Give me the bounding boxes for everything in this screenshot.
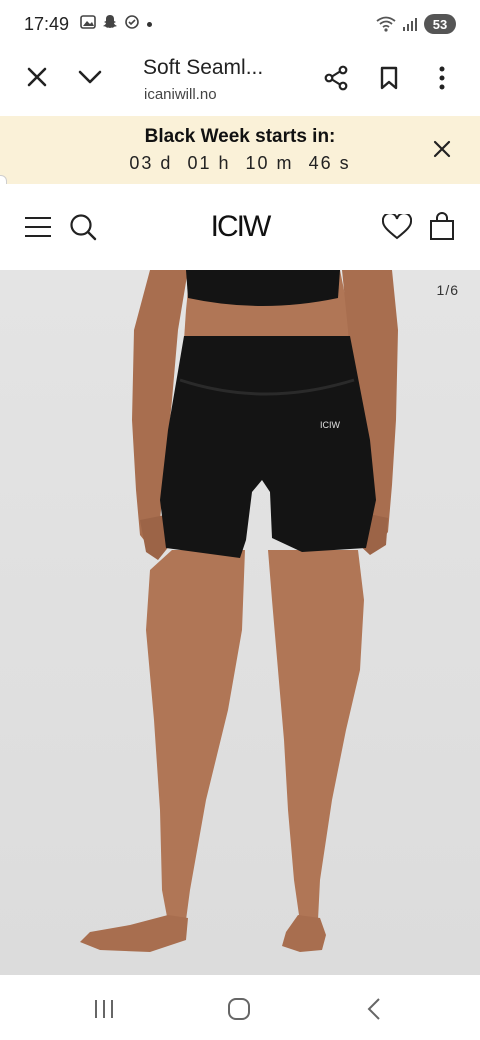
- close-icon: [27, 67, 47, 87]
- product-photo: ICIW: [80, 270, 398, 952]
- countdown-days: 03 d: [129, 153, 173, 173]
- snapchat-icon: [103, 15, 117, 28]
- countdown-minutes: 10 m: [245, 153, 294, 173]
- browser-toolbar: Soft Seaml... icaniwill.no: [0, 50, 480, 117]
- back-icon: [367, 998, 380, 1020]
- countdown-hours: 01 h: [187, 153, 231, 173]
- battery-icon: 53: [424, 14, 456, 34]
- more-vertical-icon: [439, 66, 445, 90]
- status-time: 17:49: [24, 14, 70, 34]
- settings-badge-icon: [125, 15, 139, 29]
- image-counter: 1/6: [436, 282, 459, 298]
- shop-header: ICIW: [0, 184, 480, 270]
- notification-icons: [80, 14, 140, 30]
- share-button[interactable]: [316, 58, 356, 98]
- cart-button[interactable]: [422, 206, 462, 246]
- signal-icon: [403, 18, 417, 31]
- recent-apps-icon: [95, 1000, 113, 1018]
- home-icon: [228, 998, 250, 1020]
- wishlist-button[interactable]: [377, 207, 417, 247]
- promo-banner: Black Week starts in: 03 d 01 h 10 m 46 …: [0, 116, 480, 184]
- countdown-timer: 03 d 01 h 10 m 46 s: [0, 153, 480, 174]
- close-icon: [433, 140, 451, 158]
- banner-title: Black Week starts in:: [144, 126, 336, 147]
- home-button[interactable]: [219, 989, 259, 1029]
- heart-icon: [382, 214, 412, 240]
- bookmark-button[interactable]: [369, 58, 409, 98]
- more-notifications-dot: [147, 22, 152, 27]
- page-url[interactable]: icaniwill.no: [144, 86, 217, 103]
- bookmark-icon: [380, 66, 398, 90]
- status-bar: 17:49 53: [0, 0, 480, 50]
- back-button[interactable]: [354, 989, 394, 1029]
- share-icon: [324, 65, 348, 91]
- more-options-button[interactable]: [422, 58, 462, 98]
- recent-apps-button[interactable]: [84, 989, 124, 1029]
- shopping-bag-icon: [430, 212, 454, 240]
- system-nav-bar: [0, 975, 480, 1040]
- close-tab-button[interactable]: [17, 57, 57, 97]
- chevron-down-icon: [78, 70, 102, 84]
- countdown-seconds: 46 s: [308, 153, 351, 173]
- close-banner-button[interactable]: [422, 129, 462, 169]
- page-title[interactable]: Soft Seaml...: [143, 56, 263, 80]
- garment-logo: ICIW: [320, 420, 341, 430]
- product-image[interactable]: ICIW 1/6: [0, 270, 480, 975]
- status-right: 53: [376, 14, 456, 34]
- wifi-icon: [376, 16, 396, 32]
- gallery-icon: [80, 15, 96, 29]
- minimize-tab-button[interactable]: [70, 57, 110, 97]
